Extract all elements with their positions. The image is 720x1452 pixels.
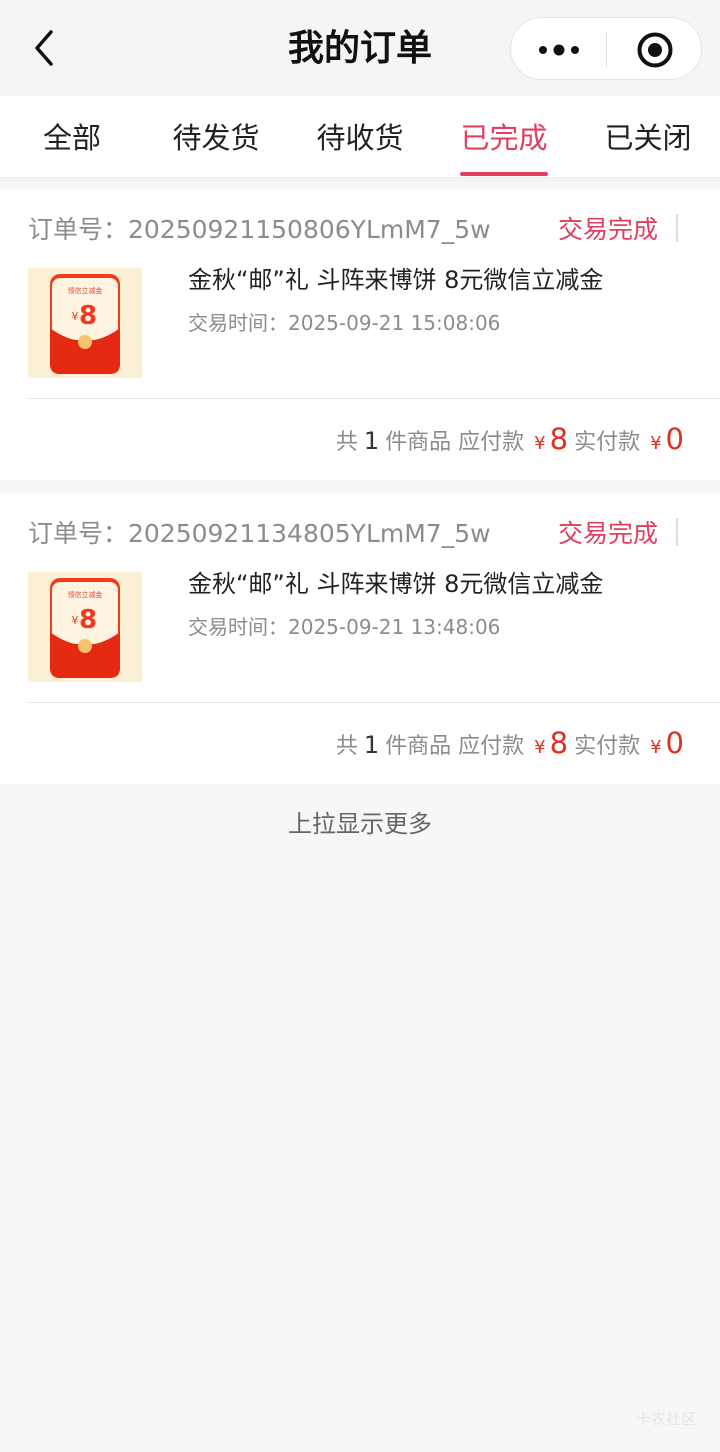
tab-pending-shipment[interactable]: 待发货 [144,96,288,177]
card-divider [28,702,720,703]
thumb-value: 8 [79,301,97,331]
order-number: 订单号：20250921134805YLmM7_5w [28,519,491,548]
watermark: 卡农社区 [635,1410,696,1428]
payable-amount: 8 [549,422,569,456]
yen-sign: ¥ [650,737,662,758]
summary-prefix: 共 [335,430,358,455]
tab-label: 待发货 [172,121,260,155]
order-summary: 共 1 件商品 应付款 ¥ 8 实付款 ¥ 0 [336,726,684,766]
product-name[interactable]: 金秋“邮”礼 斗阵来博饼 8元微信立减金 [188,262,603,298]
tab-label: 待收货 [316,121,404,155]
payable-label: 件商品 应付款 [385,734,525,759]
close-mini-program-button[interactable] [607,18,702,81]
mini-program-capsule [510,17,702,80]
order-status[interactable]: 交易完成 [558,516,658,552]
order-card[interactable]: 订单号：20250921134805YLmM7_5w 交易完成 领信立减金 ¥ … [0,494,720,784]
more-dots-icon [538,44,579,55]
status-divider [676,214,678,242]
item-count: 1 [363,427,380,455]
order-tabs: 全部 待发货 待收货 已完成 已关闭 [0,96,720,177]
yen-sign: ¥ [534,737,546,758]
thumb-label: 领信立减金 [68,590,103,599]
load-more-hint[interactable]: 上拉显示更多 [0,806,720,842]
order-summary: 共 1 件商品 应付款 ¥ 8 实付款 ¥ 0 [336,422,684,462]
paid-label: 实付款 [574,430,641,455]
red-envelope-icon: 领信立减金 ¥ 8 [28,268,142,378]
payable-amount: 8 [549,726,569,760]
transaction-time: 交易时间：2025-09-21 13:48:06 [188,615,501,639]
paid-amount: 0 [665,422,684,456]
paid-label: 实付款 [574,734,641,759]
summary-prefix: 共 [335,734,358,759]
order-status[interactable]: 交易完成 [558,212,658,248]
product-thumbnail[interactable]: 领信立减金 ¥ 8 [28,572,142,682]
order-number: 订单号：20250921150806YLmM7_5w [28,215,491,244]
tab-pending-receipt[interactable]: 待收货 [288,96,432,177]
tab-label: 已完成 [460,121,548,155]
target-circle-icon [637,32,672,67]
payable-label: 件商品 应付款 [385,430,525,455]
paid-amount: 0 [665,726,684,760]
title-bar: 我的订单 [0,0,720,96]
tab-closed[interactable]: 已关闭 [576,96,720,177]
red-envelope-icon: 领信立减金 ¥ 8 [28,572,142,682]
svg-text:¥: ¥ [72,310,79,323]
tab-completed[interactable]: 已完成 [432,96,576,177]
transaction-time: 交易时间：2025-09-21 15:08:06 [188,311,501,335]
product-name[interactable]: 金秋“邮”礼 斗阵来博饼 8元微信立减金 [188,566,603,602]
tab-label: 已关闭 [604,121,692,155]
active-tab-indicator [460,172,548,176]
yen-sign: ¥ [650,433,662,454]
thumb-value: 8 [79,605,97,635]
status-divider [676,518,678,546]
svg-text:¥: ¥ [72,614,79,627]
more-button[interactable] [511,18,606,81]
tab-label: 全部 [42,121,101,155]
tab-all[interactable]: 全部 [0,96,144,177]
item-count: 1 [363,731,380,759]
thumb-label: 领信立减金 [68,286,103,295]
card-divider [28,398,720,399]
product-thumbnail[interactable]: 领信立减金 ¥ 8 [28,268,142,378]
yen-sign: ¥ [534,433,546,454]
order-card[interactable]: 订单号：20250921150806YLmM7_5w 交易完成 领信立减金 ¥ … [0,190,720,480]
